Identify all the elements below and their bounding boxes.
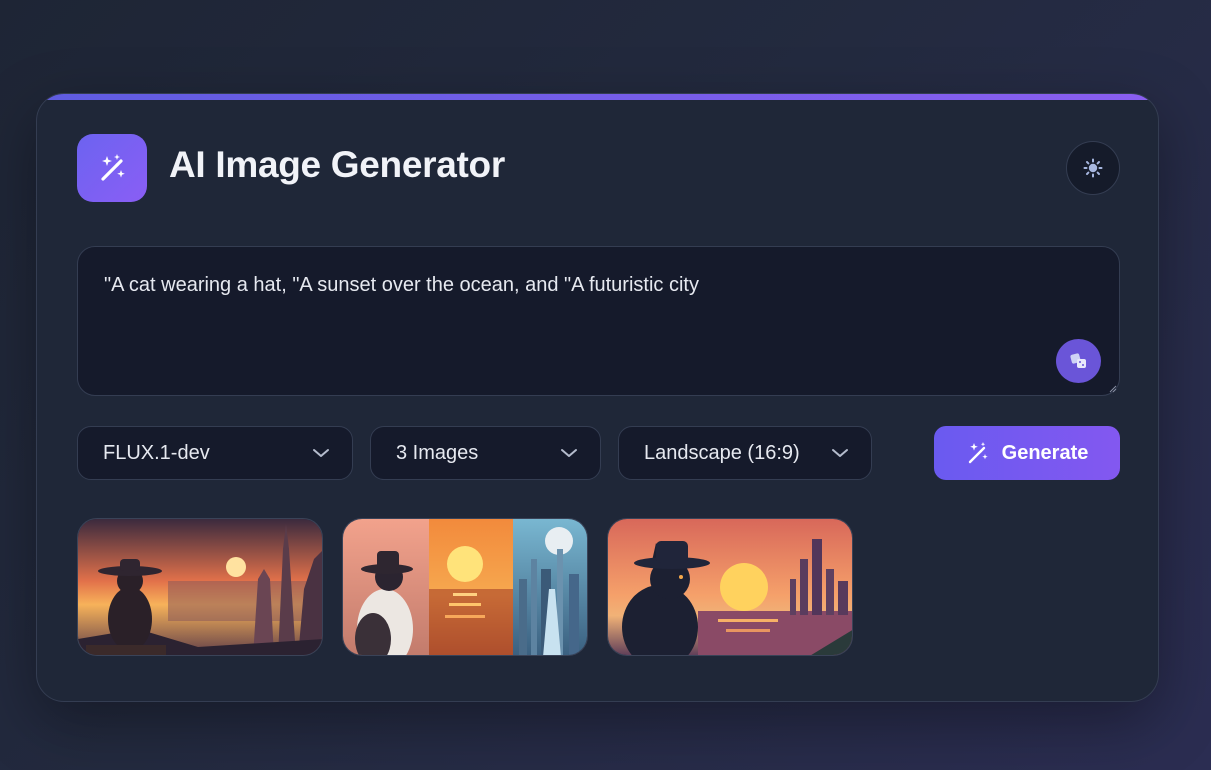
theme-toggle-button[interactable] xyxy=(1066,141,1120,195)
gallery-image[interactable] xyxy=(607,518,853,656)
image-count-select[interactable]: 3 Images xyxy=(370,426,601,480)
sun-icon xyxy=(1083,158,1103,178)
magic-wand-icon xyxy=(968,442,988,464)
dice-icon xyxy=(1069,353,1086,368)
gallery-image[interactable] xyxy=(342,518,588,656)
aspect-ratio-select[interactable]: Landscape (16:9) xyxy=(618,426,872,480)
chevron-down-icon xyxy=(561,449,577,457)
image-count-value: 3 Images xyxy=(396,441,479,464)
gallery-image[interactable] xyxy=(77,518,323,656)
generate-button[interactable]: Generate xyxy=(934,426,1120,480)
model-select-value: FLUX.1-dev xyxy=(103,441,210,464)
random-prompt-button[interactable] xyxy=(1056,339,1101,383)
model-select[interactable]: FLUX.1-dev xyxy=(77,426,353,480)
resize-grip-icon[interactable] xyxy=(1109,385,1117,393)
prompt-text[interactable]: "A cat wearing a hat, "A sunset over the… xyxy=(104,272,1093,298)
chevron-down-icon xyxy=(313,449,329,457)
generate-button-label: Generate xyxy=(1001,441,1089,464)
magic-wand-icon xyxy=(77,134,147,202)
generator-card: AI Image Generator "A cat wearing a hat,… xyxy=(36,93,1159,702)
prompt-textarea[interactable]: "A cat wearing a hat, "A sunset over the… xyxy=(77,246,1120,396)
aspect-ratio-value: Landscape (16:9) xyxy=(644,441,800,464)
card-accent-bar xyxy=(37,94,1158,100)
page-title: AI Image Generator xyxy=(169,144,505,185)
chevron-down-icon xyxy=(832,449,848,457)
